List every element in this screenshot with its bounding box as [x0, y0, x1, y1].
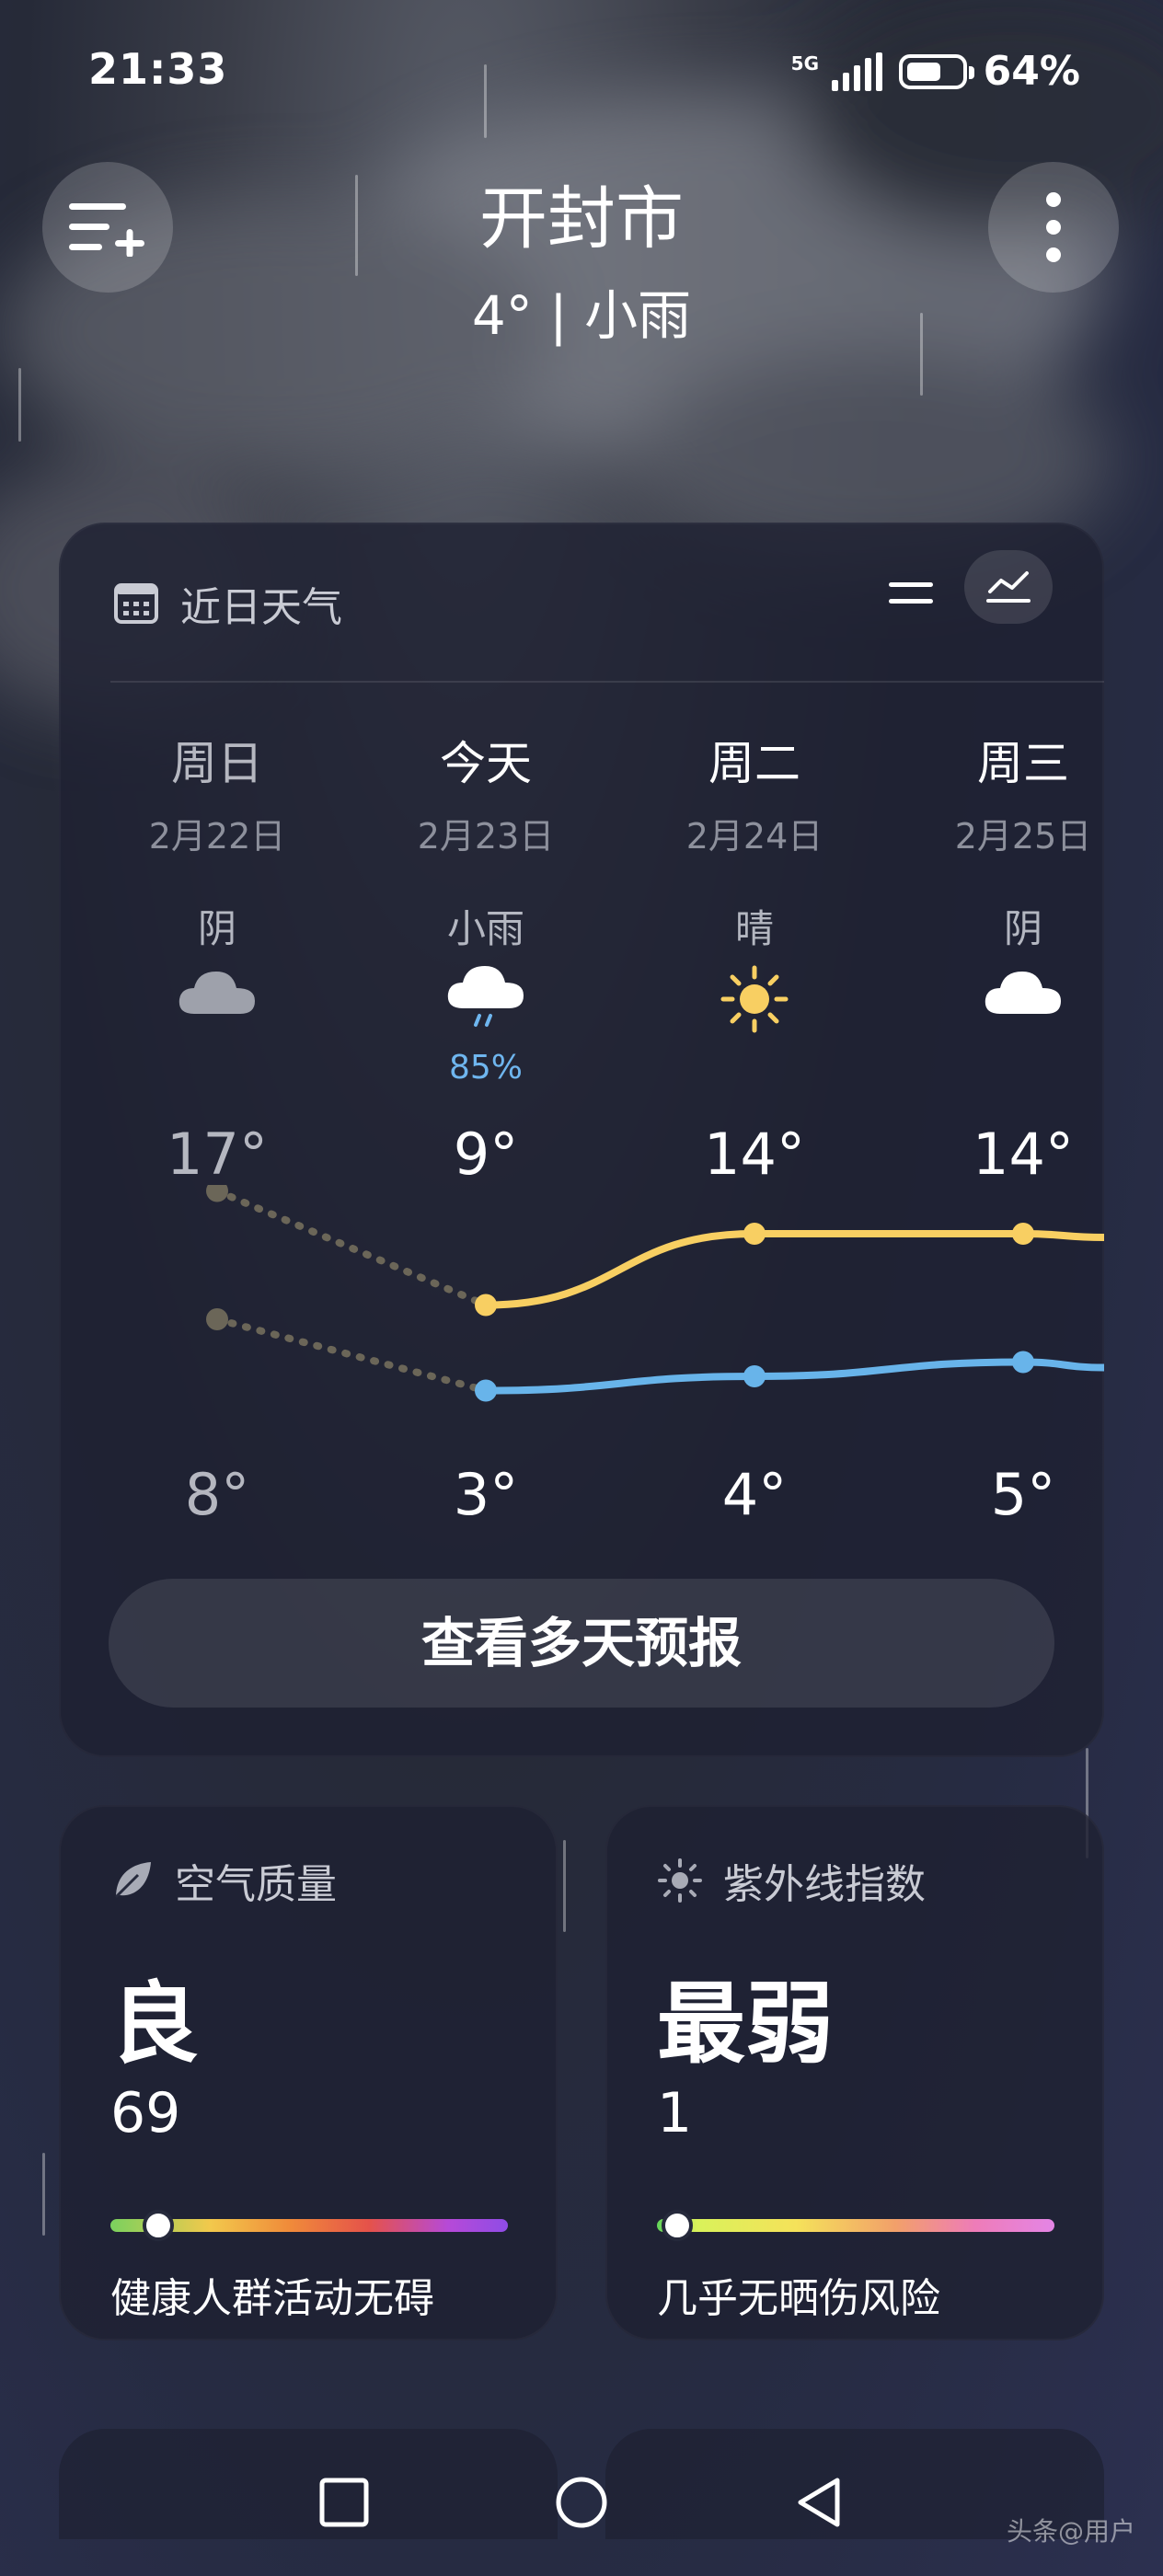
battery-icon: [898, 53, 974, 89]
high-temp-point: [1012, 1223, 1034, 1245]
day-condition: 阴: [197, 906, 236, 951]
divider: [110, 681, 1104, 683]
low-temp-point: [475, 1379, 497, 1402]
uv-title: 紫外线指数: [723, 1861, 926, 1908]
air-quality-value: 69: [110, 2081, 181, 2145]
high-temp-point: [206, 1185, 228, 1202]
recent-apps-icon[interactable]: [318, 2477, 370, 2528]
temperature-chart: [206, 1185, 1104, 1402]
air-quality-desc: 健康人群活动无碍: [110, 2275, 434, 2322]
back-icon[interactable]: [793, 2475, 845, 2530]
signal-icon: 5G: [791, 52, 882, 91]
high-temp-point: [475, 1294, 497, 1317]
day-name: 周日: [171, 737, 263, 790]
day-precipitation: 85%: [448, 1049, 523, 1087]
rain-cloud-icon: [375, 962, 596, 1054]
day-low-temp: 8°: [184, 1461, 250, 1528]
more-options-button[interactable]: [988, 162, 1119, 293]
low-temp-past-segment: [213, 1316, 489, 1395]
day-date: 2月22日: [148, 816, 286, 857]
low-temp-point: [743, 1365, 766, 1387]
low-temp-line: [482, 1358, 1104, 1395]
day-high-temp: 14°: [973, 1121, 1074, 1188]
day-condition: 晴: [734, 906, 774, 951]
uv-desc: 几乎无晒伤风险: [657, 2275, 940, 2322]
chart-view-toggle[interactable]: [964, 550, 1053, 624]
battery-percent: 64%: [983, 48, 1080, 95]
day-condition: 阴: [1003, 906, 1042, 951]
high-temp-point: [743, 1223, 766, 1245]
day-low-temp: 3°: [453, 1461, 519, 1528]
chart-line-icon: [986, 571, 1031, 603]
rain-streak: [18, 368, 21, 442]
sun-icon: [644, 962, 865, 1054]
high-temp-past-segment: [213, 1187, 489, 1309]
day-high-temp: 9°: [453, 1121, 519, 1188]
day-date: 2月25日: [954, 816, 1092, 857]
day-date: 2月23日: [417, 816, 555, 857]
sun-outline-icon: [658, 1858, 702, 1903]
day-condition: 小雨: [446, 906, 524, 951]
uv-level: 最弱: [657, 1972, 834, 2076]
system-nav-bar: [0, 2429, 1163, 2576]
status-time: 21:33: [88, 44, 228, 94]
uv-index-card[interactable]: 紫外线指数 最弱 1 几乎无晒伤风险: [605, 1805, 1104, 2340]
view-more-forecast-button[interactable]: 查看多天预报: [109, 1579, 1054, 1708]
cloud-white-icon: [913, 962, 1134, 1054]
forecast-card: 近日天气 周日 2月22日阴 17° 8° 今天 2月23日小雨 85% 9° 3° 周二 2月24…: [59, 523, 1104, 1757]
day-high-temp: 17°: [167, 1121, 268, 1188]
low-temp-point: [206, 1308, 228, 1330]
city-name: 开封市: [479, 179, 684, 259]
air-quality-card[interactable]: 空气质量 良 69 健康人群活动无碍: [59, 1805, 558, 2340]
home-icon[interactable]: [554, 2475, 609, 2530]
day-date: 2月24日: [685, 816, 823, 857]
uv-value: 1: [657, 2081, 693, 2145]
low-temp-point: [1012, 1351, 1034, 1374]
day-high-temp: 14°: [704, 1121, 805, 1188]
day-name: 今天: [440, 737, 532, 790]
air-quality-level: 良: [110, 1972, 199, 2076]
watermark: 头条@用户: [1006, 2516, 1135, 2547]
calendar-icon: [114, 583, 158, 624]
status-bar: 21:33 5G 64%: [0, 44, 1163, 99]
uv-indicator: [661, 2210, 693, 2241]
more-vertical-icon: [1046, 192, 1061, 262]
uv-scale: [657, 2219, 1054, 2232]
forecast-title: 近日天气: [180, 584, 342, 631]
air-quality-indicator: [142, 2210, 174, 2241]
day-name: 周二: [708, 737, 800, 790]
list-view-toggle[interactable]: [889, 573, 937, 614]
high-temp-line: [482, 1230, 1104, 1309]
day-name: 周三: [977, 737, 1069, 790]
day-low-temp: 4°: [721, 1461, 788, 1528]
day-low-temp: 5°: [990, 1461, 1056, 1528]
rain-streak: [563, 1840, 566, 1932]
rain-streak: [42, 2153, 45, 2236]
cloud-gray-icon: [107, 962, 328, 1054]
air-quality-title: 空气质量: [175, 1861, 337, 1908]
leaf-icon: [114, 1862, 151, 1899]
network-type: 5G: [790, 52, 820, 75]
current-condition: 4° | 小雨: [471, 284, 692, 347]
